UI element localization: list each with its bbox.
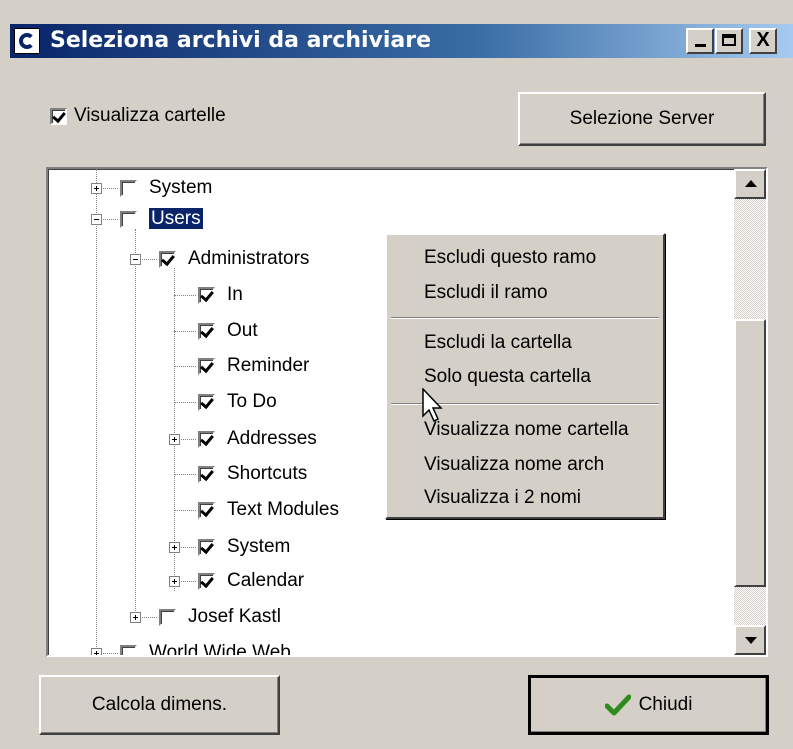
tree-node[interactable]: Addresses [198, 427, 317, 451]
tree-node-label[interactable]: World Wide Web [149, 642, 291, 655]
context-menu-item[interactable]: Escludi questo ramo [424, 247, 596, 269]
dialog-window: Seleziona archivi da archiviare X Visual… [0, 0, 793, 749]
context-menu-item[interactable]: Visualizza nome cartella [424, 419, 629, 441]
expand-icon[interactable] [91, 183, 102, 194]
tree-node[interactable]: Calendar [198, 569, 304, 593]
tree-node-label[interactable]: Calendar [227, 570, 304, 591]
expand-icon[interactable] [91, 648, 102, 655]
minimize-button[interactable] [686, 28, 714, 54]
tree-node-label[interactable]: Reminder [227, 355, 309, 376]
tree-node[interactable]: Text Modules [198, 498, 339, 522]
tree-node-label[interactable]: System [227, 536, 290, 557]
tree-node-checkbox[interactable] [198, 465, 215, 483]
collapse-icon[interactable] [91, 214, 102, 225]
tree-node-label[interactable]: To Do [227, 391, 277, 412]
close-button[interactable]: Chiudi [528, 675, 769, 735]
tree-node-checkbox[interactable] [159, 608, 176, 626]
scroll-down-button[interactable] [734, 625, 766, 655]
tree-node-checkbox[interactable] [198, 393, 215, 411]
scroll-up-button[interactable] [734, 169, 766, 199]
close-window-button[interactable]: X [749, 28, 777, 54]
tree-node-label[interactable]: Text Modules [227, 499, 339, 520]
tree-node[interactable]: Users [120, 207, 204, 231]
mouse-pointer-icon [422, 388, 443, 423]
window-title: Seleziona archivi da archiviare [50, 28, 432, 53]
expand-icon[interactable] [169, 576, 180, 587]
tree-node-checkbox[interactable] [198, 430, 215, 448]
tree-line [174, 331, 196, 332]
expand-icon[interactable] [169, 434, 180, 445]
tree-node-checkbox[interactable] [198, 286, 215, 304]
tree-node-checkbox[interactable] [198, 501, 215, 519]
tree-node[interactable]: Reminder [198, 354, 309, 378]
calculate-size-button[interactable]: Calcola dimens. [39, 675, 280, 735]
tree-line [96, 169, 97, 655]
menu-separator [391, 317, 659, 319]
collapse-icon[interactable] [130, 254, 141, 265]
tree-node-checkbox[interactable] [120, 210, 137, 228]
tree-node[interactable]: To Do [198, 390, 277, 414]
tree-node-checkbox[interactable] [198, 322, 215, 340]
show-folders-label: Visualizza cartelle [74, 105, 226, 126]
context-menu-item[interactable]: Visualizza i 2 nomi [424, 487, 581, 509]
tree-node[interactable]: In [198, 283, 243, 307]
checkmark-icon [604, 694, 631, 716]
context-menu-item[interactable]: Solo questa cartella [424, 366, 591, 388]
tree-node-label[interactable]: Addresses [227, 428, 317, 449]
expand-icon[interactable] [169, 542, 180, 553]
tree-node-checkbox[interactable] [159, 250, 176, 268]
tree-node[interactable]: Shortcuts [198, 462, 307, 486]
tree-line [174, 366, 196, 367]
tree-node-checkbox[interactable] [120, 644, 137, 655]
context-menu-item[interactable]: Escludi il ramo [424, 282, 548, 304]
tree-line [174, 295, 196, 296]
tree-node[interactable]: Administrators [159, 247, 309, 271]
tree-node[interactable]: World Wide Web [120, 641, 291, 655]
scroll-thumb[interactable] [734, 319, 766, 587]
show-folders-option[interactable]: Visualizza cartelle [50, 105, 226, 127]
expand-icon[interactable] [130, 612, 141, 623]
tree-node[interactable]: Josef Kastl [159, 605, 281, 629]
title-bar[interactable]: Seleziona archivi da archiviare X [10, 24, 793, 58]
tree-node-checkbox[interactable] [198, 357, 215, 375]
context-menu-item[interactable]: Visualizza nome arch [424, 454, 604, 476]
select-server-button[interactable]: Selezione Server [518, 92, 766, 146]
tree-line [174, 474, 196, 475]
tree-node-label[interactable]: System [149, 177, 212, 198]
tree-line [174, 510, 196, 511]
tree-line [135, 229, 136, 619]
app-icon [14, 28, 40, 54]
tree-node-checkbox[interactable] [120, 179, 137, 197]
tree-node-label[interactable]: In [227, 284, 243, 305]
tree-node-label[interactable]: Administrators [188, 248, 309, 269]
close-button-label: Chiudi [638, 694, 693, 715]
tree-node[interactable]: System [198, 535, 290, 559]
tree-node-label[interactable]: Users [148, 207, 204, 230]
tree-node-checkbox[interactable] [198, 572, 215, 590]
context-menu-item[interactable]: Escludi la cartella [424, 332, 572, 354]
tree-node-label[interactable]: Out [227, 320, 258, 341]
maximize-button[interactable] [715, 28, 743, 54]
tree-node-label[interactable]: Shortcuts [227, 463, 307, 484]
context-menu: Escludi questo ramo Escludi il ramo Esclud… [385, 233, 665, 519]
tree-node-checkbox[interactable] [198, 538, 215, 556]
tree-line [174, 402, 196, 403]
tree-node-label[interactable]: Josef Kastl [188, 606, 281, 627]
window-edge [0, 0, 10, 749]
show-folders-checkbox[interactable] [50, 107, 67, 125]
tree-node[interactable]: System [120, 176, 212, 200]
tree-node[interactable]: Out [198, 319, 258, 343]
close-icon: X [756, 29, 770, 51]
vertical-scrollbar[interactable] [734, 169, 766, 655]
